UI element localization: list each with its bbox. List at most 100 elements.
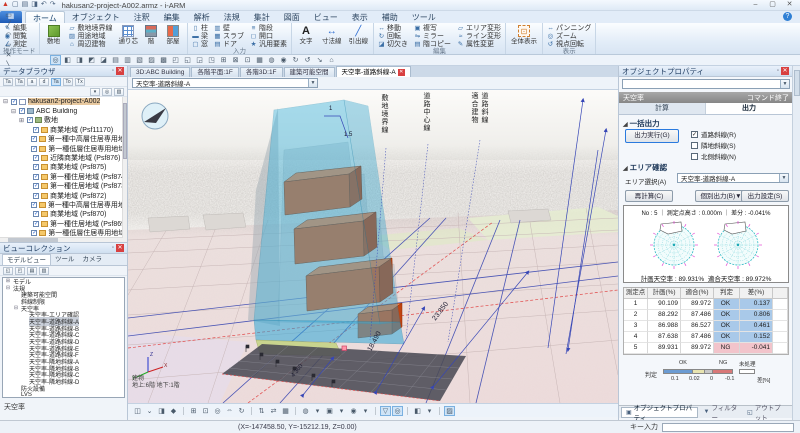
unlock-icon[interactable]: d <box>39 78 49 86</box>
copy-view-icon[interactable]: ◱ <box>3 267 13 275</box>
key-input-field[interactable] <box>662 423 794 432</box>
visibility-checkbox[interactable] <box>19 108 25 114</box>
orbit-icon[interactable]: ↻ <box>236 406 247 416</box>
panel-close-icon[interactable]: ✕ <box>116 67 124 75</box>
visibility-checkbox[interactable] <box>33 174 39 180</box>
search-icon[interactable]: ◎ <box>102 88 112 96</box>
panel-close-icon[interactable]: ✕ <box>116 244 124 252</box>
property-tab[interactable]: 出力 <box>706 103 793 114</box>
perspective-view-icon[interactable]: ▩ <box>158 55 169 65</box>
light-icon[interactable]: ◉ <box>348 406 359 416</box>
ribbon-button[interactable]: ▤ドア <box>213 40 245 48</box>
section-batch-output[interactable]: ◢一括出力 <box>623 118 660 129</box>
lock-icon[interactable]: a <box>27 78 37 86</box>
camera-icon[interactable]: ◉ <box>278 55 289 65</box>
tree-item[interactable]: ⊟ ABC Building <box>0 106 127 115</box>
adjacent-slant-checkbox[interactable]: 隣地斜線(S) <box>691 140 736 150</box>
settings-icon[interactable]: ▥ <box>114 88 124 96</box>
pin-icon[interactable]: ▫ <box>777 68 779 74</box>
tree-item[interactable]: 第一種中高層住居専用地域 (Psf878) <box>0 135 127 144</box>
open-file-icon[interactable]: ▤ <box>22 1 29 9</box>
view-collection-tab[interactable]: ツール <box>51 254 79 265</box>
rotate-left-icon[interactable]: ◰ <box>170 55 181 65</box>
maximize-button[interactable]: ▢ <box>764 0 781 10</box>
erase-icon[interactable]: ✕ <box>3 50 14 60</box>
zoom-window-icon[interactable]: ⊡ <box>200 406 211 416</box>
tree-expander-icon[interactable]: ⊟ <box>2 98 9 105</box>
ribbon-tab[interactable]: 法規 <box>217 11 247 23</box>
tree-item[interactable]: 商業地域 (Psf11170) <box>0 125 127 134</box>
ribbon-tab[interactable]: 図面 <box>277 11 307 23</box>
tree-item[interactable]: 第一種住居地域 (Psf874) <box>0 172 127 181</box>
isometric-view-icon[interactable]: ▨ <box>146 55 157 65</box>
ribbon-button[interactable]: ⌂周辺建物 <box>68 40 114 48</box>
road-slant-checkbox[interactable]: 道路斜線(R) <box>691 129 736 139</box>
view-collection-tab[interactable]: モデルビュー <box>2 254 51 265</box>
line-icon[interactable]: ╱ <box>3 20 14 30</box>
ribbon-button[interactable]: ▤階コピー <box>413 40 452 48</box>
sun-icon[interactable]: ◍ <box>266 55 277 65</box>
fit-view-icon[interactable]: ◎ <box>50 55 61 65</box>
tree-item[interactable]: 第一種住居地域 (Psf869) <box>0 219 127 228</box>
walk-icon[interactable]: ⇅ <box>256 406 267 416</box>
tree-expander-icon[interactable]: ⊞ <box>18 117 25 124</box>
tree-item[interactable]: 近隣商業地域 (Psf876) <box>0 153 127 162</box>
edit-mode-icon[interactable]: ▨ <box>444 406 455 416</box>
filter-type-icon[interactable]: Ta <box>51 78 61 86</box>
output-run-button[interactable]: 出力実行(G) <box>625 129 679 143</box>
visibility-checkbox[interactable] <box>31 146 37 152</box>
ribbon-tab[interactable]: ビュー <box>307 11 345 23</box>
ribbon-button[interactable]: ★汎用要素 <box>249 40 288 48</box>
visibility-checkbox[interactable] <box>33 193 39 199</box>
visibility-checkbox[interactable] <box>33 155 39 161</box>
visibility-checkbox[interactable] <box>31 230 37 236</box>
ribbon-tab[interactable]: 表示 <box>345 11 375 23</box>
view-tree-item[interactable]: LVS <box>3 392 124 398</box>
save-icon[interactable]: ◨ <box>31 1 38 9</box>
ribbon-button[interactable]: ✎属性変更 <box>456 40 502 48</box>
ribbon-big-button[interactable]: A文字 <box>295 24 317 46</box>
section-box-icon[interactable]: ▦ <box>280 406 291 416</box>
horizontal-scrollbar[interactable] <box>0 237 123 242</box>
area-display-icon[interactable]: ◧ <box>412 406 423 416</box>
tree-item[interactable]: ⊟ hakusan2-project-A002 <box>0 97 127 106</box>
ribbon-big-button[interactable]: 部屋 <box>162 24 184 46</box>
hide-all-icon[interactable]: Ta <box>15 78 25 86</box>
minimize-button[interactable]: – <box>747 0 764 10</box>
material-dropdown-icon[interactable]: ▾ <box>336 406 347 416</box>
ribbon-tab[interactable]: ツール <box>405 11 443 23</box>
ribbon-tab[interactable]: オブジェクト <box>65 11 127 23</box>
filter-on-icon[interactable]: To <box>63 78 73 86</box>
ribbon-tab[interactable]: 解析 <box>187 11 217 23</box>
site-button[interactable]: 敷地 <box>43 24 65 46</box>
measure-point-icon[interactable]: ◎ <box>392 406 403 416</box>
ribbon-tab[interactable]: ホーム <box>25 11 65 23</box>
pin-icon[interactable]: ▫ <box>112 68 114 74</box>
tree-expander-icon[interactable]: ⊞ <box>5 278 11 284</box>
tree-item[interactable]: 第一種低層住居専用地域 (Psf877) <box>0 144 127 153</box>
undo-icon[interactable]: ↶ <box>41 1 47 9</box>
render-mode-icon[interactable]: ◍ <box>300 406 311 416</box>
pin-icon[interactable]: ▫ <box>112 245 114 251</box>
individual-output-button[interactable]: 個別出力(B)▼ <box>695 190 747 202</box>
lock-view-icon[interactable]: ⊡ <box>242 55 253 65</box>
new-file-icon[interactable]: ▢ <box>12 1 19 9</box>
tree-expander-icon[interactable]: ⊟ <box>5 285 11 291</box>
3d-canvas[interactable]: Z X Y 敷地境界線 道路中心線 道路斜線 適合建物 23.850 18.49… <box>128 90 618 403</box>
view-tab-close-icon[interactable]: ✕ <box>398 69 405 76</box>
view-collection-tab[interactable]: カメラ <box>79 254 107 265</box>
visibility-checkbox[interactable] <box>27 117 33 123</box>
undo-view-icon[interactable]: ↺ <box>302 55 313 65</box>
tree-item[interactable]: 商業地域 (Psf875) <box>0 163 127 172</box>
view-tab[interactable]: 各階平面:1F ✕ <box>191 67 238 77</box>
tree-item[interactable]: 第一種住居地域 (Psf873) <box>0 182 127 191</box>
shade-icon[interactable]: ◧ <box>62 55 73 65</box>
vertical-scrollbar[interactable] <box>122 97 127 242</box>
table-row[interactable]: 288.29287.486OK0.806 <box>624 310 788 321</box>
add-view-icon[interactable]: ⊞ <box>218 55 229 65</box>
toolbar-icon[interactable] <box>295 407 296 415</box>
ribbon-button[interactable]: ▢窓 <box>191 40 209 48</box>
section-view-icon[interactable]: ▧ <box>134 55 145 65</box>
ribbon-tab[interactable]: 集計 <box>247 11 277 23</box>
fit-view-button[interactable]: ⊡全体表示 <box>509 24 539 46</box>
